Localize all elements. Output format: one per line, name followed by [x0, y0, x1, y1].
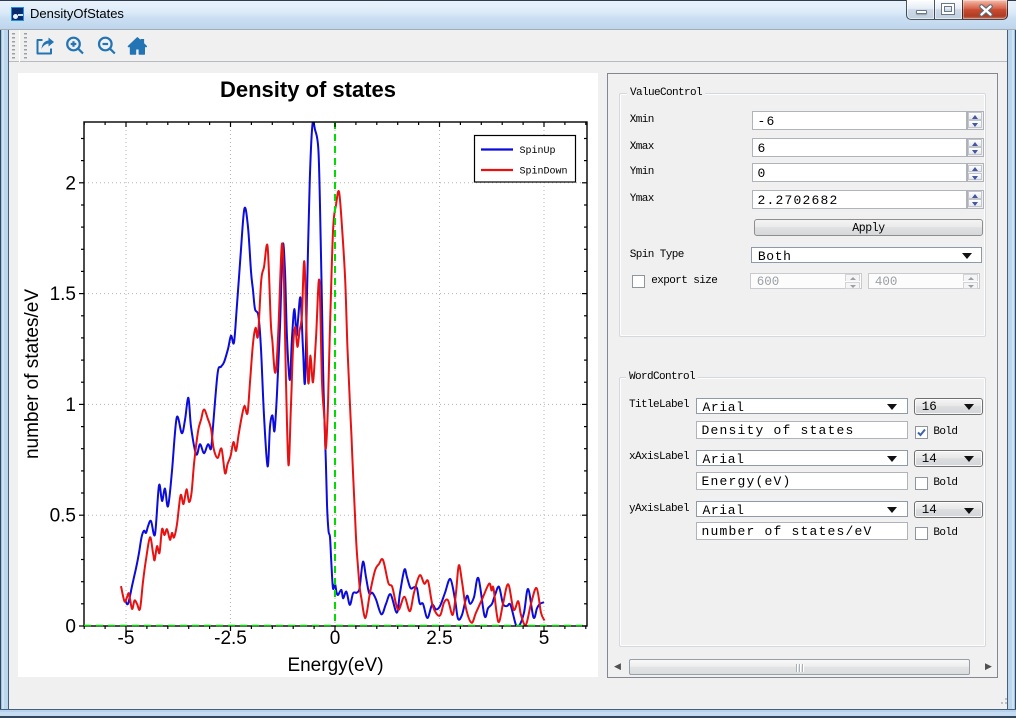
svg-text:-2.5: -2.5 [214, 628, 247, 649]
svg-text:1: 1 [65, 395, 76, 416]
svg-text:0: 0 [65, 617, 76, 638]
svg-text:SpinUp: SpinUp [520, 145, 556, 157]
svg-text:-5: -5 [118, 628, 135, 649]
svg-text:0: 0 [330, 628, 341, 649]
svg-text:2: 2 [65, 173, 76, 194]
svg-text:0.5: 0.5 [50, 506, 76, 527]
svg-text:Energy(eV): Energy(eV) [287, 655, 383, 676]
svg-text:number of states/eV: number of states/eV [22, 289, 43, 459]
svg-text:2.5: 2.5 [426, 628, 452, 649]
svg-text:Density of states: Density of states [220, 77, 396, 102]
svg-text:5: 5 [539, 628, 550, 649]
svg-text:1.5: 1.5 [50, 284, 76, 305]
svg-text:SpinDown: SpinDown [520, 166, 568, 178]
